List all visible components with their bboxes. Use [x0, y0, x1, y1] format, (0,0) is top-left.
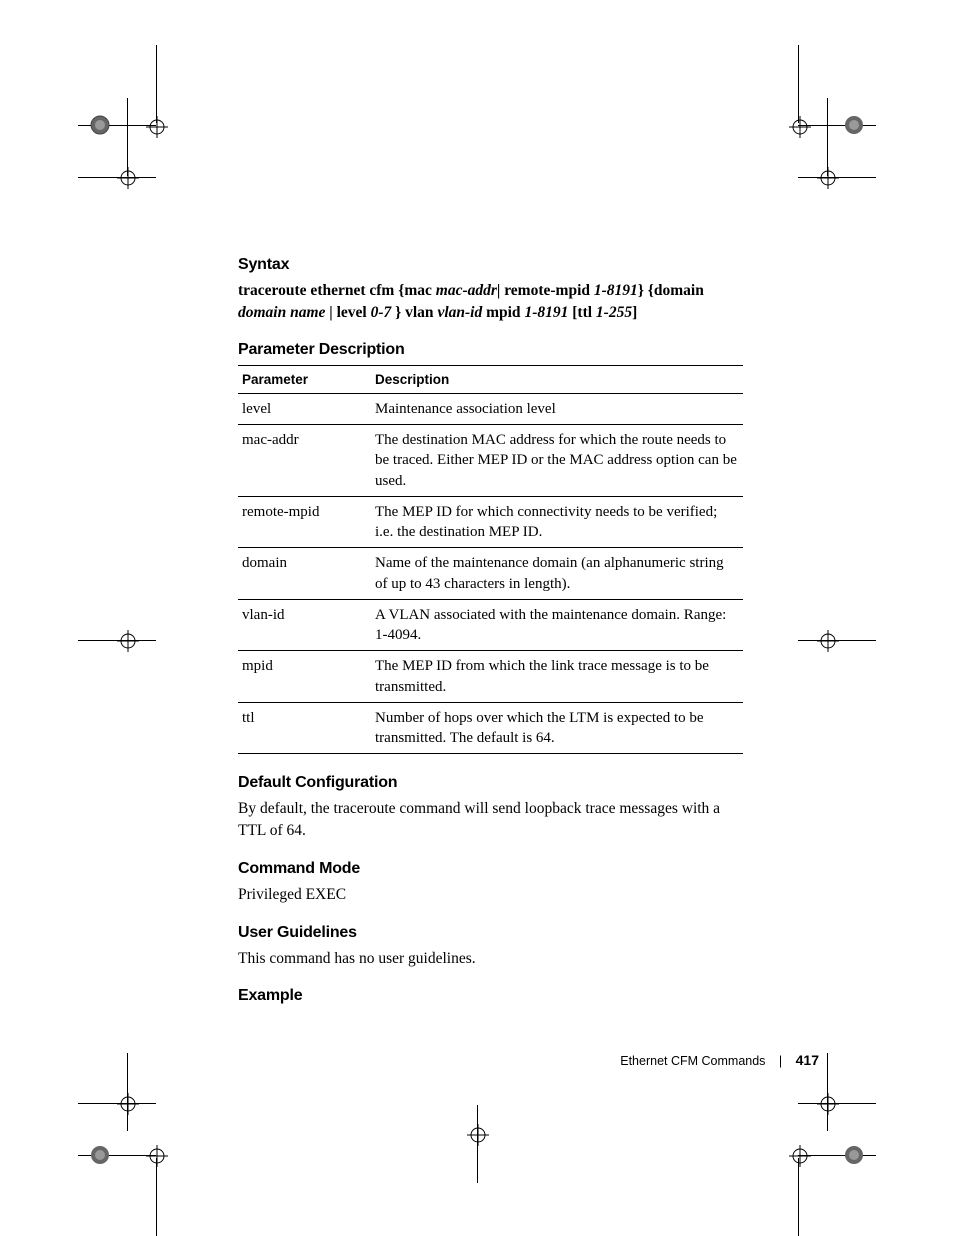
table-row: mac-addrThe destination MAC address for …	[238, 425, 743, 497]
heading-example: Example	[238, 987, 748, 1005]
table-header-parameter: Parameter	[238, 365, 371, 393]
command-mode-text: Privileged EXEC	[238, 884, 748, 906]
table-header-description: Description	[371, 365, 743, 393]
table-row: mpidThe MEP ID from which the link trace…	[238, 651, 743, 703]
heading-command-mode: Command Mode	[238, 860, 748, 878]
heading-default-configuration: Default Configuration	[238, 774, 748, 792]
heading-syntax: Syntax	[238, 256, 748, 274]
crosshair-icon	[117, 1093, 139, 1115]
footer-section: Ethernet CFM Commands	[620, 1054, 765, 1068]
register-mark-icon	[89, 114, 111, 136]
table-row: remote-mpidThe MEP ID for which connecti…	[238, 496, 743, 548]
table-row: levelMaintenance association level	[238, 393, 743, 424]
table-row: domainName of the maintenance domain (an…	[238, 548, 743, 600]
user-guidelines-text: This command has no user guidelines.	[238, 948, 748, 970]
heading-user-guidelines: User Guidelines	[238, 924, 748, 942]
table-row: ttlNumber of hops over which the LTM is …	[238, 702, 743, 754]
page-content: Syntax traceroute ethernet cfm {mac mac-…	[238, 256, 748, 1011]
register-mark-icon	[89, 1144, 111, 1166]
crosshair-icon	[117, 630, 139, 652]
crosshair-icon	[817, 167, 839, 189]
crosshair-icon	[146, 116, 168, 138]
crosshair-icon	[146, 1145, 168, 1167]
register-mark-icon	[843, 1144, 865, 1166]
default-configuration-text: By default, the traceroute command will …	[238, 798, 748, 841]
table-row: vlan-idA VLAN associated with the mainte…	[238, 599, 743, 651]
crosshair-icon	[789, 116, 811, 138]
page-footer: Ethernet CFM Commands | 417	[620, 1052, 819, 1068]
crosshair-icon	[817, 630, 839, 652]
register-mark-icon	[843, 114, 865, 136]
crosshair-icon	[117, 167, 139, 189]
footer-page-number: 417	[796, 1052, 819, 1068]
heading-parameter-description: Parameter Description	[238, 341, 748, 359]
footer-separator-icon: |	[779, 1054, 782, 1068]
crosshair-icon	[467, 1124, 489, 1146]
syntax-block: traceroute ethernet cfm {mac mac-addr| r…	[238, 280, 748, 325]
crosshair-icon	[789, 1145, 811, 1167]
parameter-table: Parameter Description levelMaintenance a…	[238, 365, 743, 755]
crosshair-icon	[817, 1093, 839, 1115]
